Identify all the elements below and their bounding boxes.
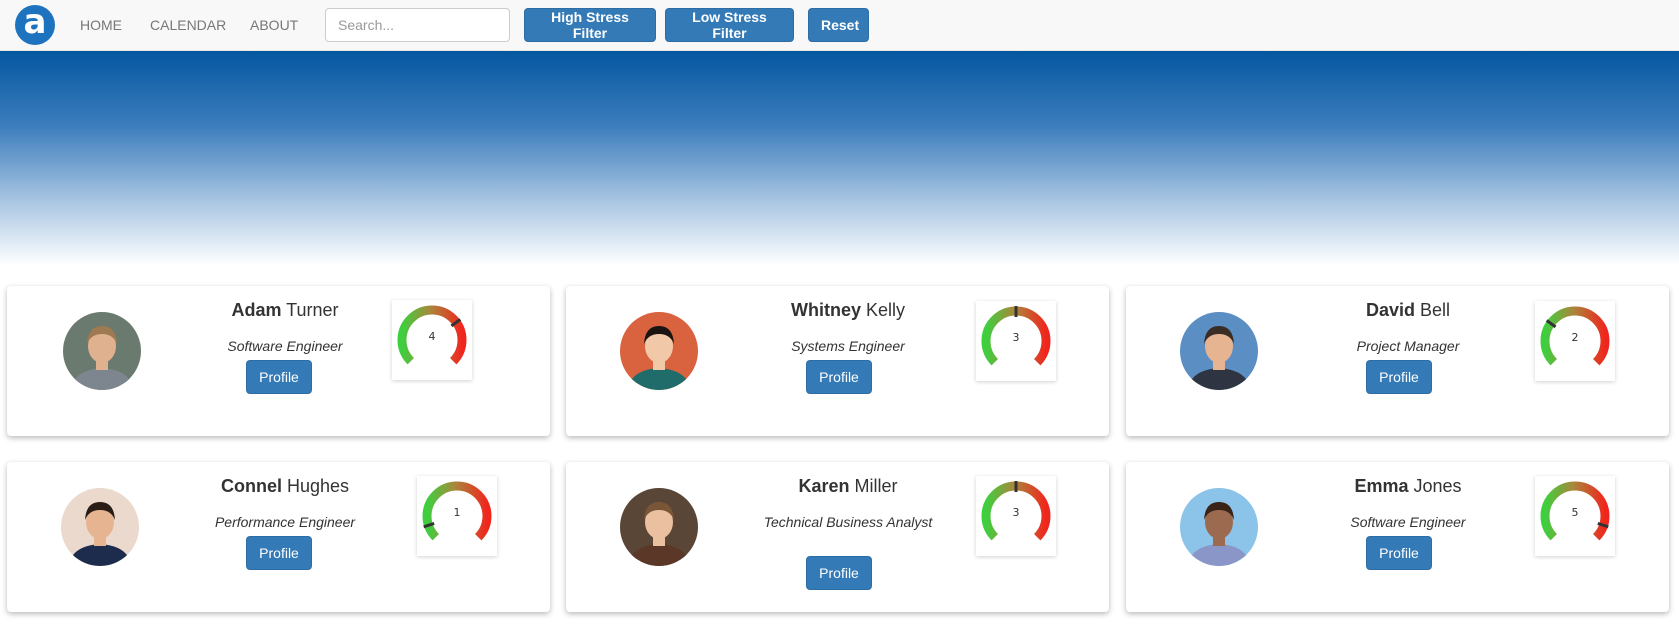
logo-letter: a xyxy=(23,2,47,42)
nav-link-home[interactable]: HOME xyxy=(80,17,122,33)
employee-role: Project Manager xyxy=(1356,338,1460,354)
profile-button[interactable]: Profile xyxy=(806,360,872,394)
low-stress-filter-button[interactable]: Low Stress Filter xyxy=(665,8,794,42)
employee-name: Karen Miller xyxy=(738,476,958,497)
profile-button[interactable]: Profile xyxy=(1366,360,1432,394)
employee-role: Performance Engineer xyxy=(214,514,356,530)
employee-card: Emma Jones Software Engineer Profile 5 xyxy=(1126,462,1669,612)
first-name: Karen xyxy=(798,476,850,496)
employee-card: Connel Hughes Performance Engineer Profi… xyxy=(7,462,550,612)
stress-gauge-graphic: 5 xyxy=(1540,481,1610,541)
employee-role: Systems Engineer xyxy=(791,338,905,354)
employee-role: Software Engineer xyxy=(1350,514,1466,530)
profile-button[interactable]: Profile xyxy=(246,536,312,570)
stress-value: 3 xyxy=(1013,331,1020,344)
stress-value: 2 xyxy=(1572,331,1579,344)
last-name: Bell xyxy=(1420,300,1451,320)
stress-value: 4 xyxy=(429,330,436,343)
employee-name: David Bell xyxy=(1298,300,1518,321)
stress-gauge: 5 xyxy=(1535,476,1615,556)
employee-role: Software Engineer xyxy=(227,338,343,354)
employee-name: Whitney Kelly xyxy=(738,300,958,321)
employee-role: Technical Business Analyst xyxy=(763,514,933,530)
profile-button[interactable]: Profile xyxy=(1366,536,1432,570)
employee-card: David Bell Project Manager Profile 2 xyxy=(1126,286,1669,436)
stress-gauge: 1 xyxy=(417,476,497,556)
last-name: Turner xyxy=(286,300,339,320)
first-name: Emma xyxy=(1354,476,1409,496)
first-name: David xyxy=(1365,300,1415,320)
avatar xyxy=(63,312,141,390)
high-stress-filter-button[interactable]: High Stress Filter xyxy=(524,8,656,42)
app-logo[interactable]: a xyxy=(15,2,55,45)
nav-link-about[interactable]: ABOUT xyxy=(250,17,298,33)
top-navbar: a HOME CALENDAR ABOUT High Stress Filter… xyxy=(0,0,1679,51)
stress-gauge: 2 xyxy=(1535,301,1615,381)
stress-value: 1 xyxy=(454,506,461,519)
first-name: Whitney xyxy=(790,300,861,320)
stress-gauge: 4 xyxy=(392,300,472,380)
employee-name: Adam Turner xyxy=(175,300,395,321)
last-name: Jones xyxy=(1413,476,1462,496)
employee-card: Karen Miller Technical Business Analyst … xyxy=(566,462,1109,612)
hero-banner xyxy=(0,51,1679,266)
last-name: Hughes xyxy=(286,476,350,496)
employee-name: Connel Hughes xyxy=(175,476,395,497)
search-input[interactable] xyxy=(325,8,510,42)
stress-gauge: 3 xyxy=(976,476,1056,556)
last-name: Miller xyxy=(854,476,898,496)
reset-button[interactable]: Reset xyxy=(808,8,869,42)
stress-value: 3 xyxy=(1013,506,1020,519)
avatar xyxy=(1180,488,1258,566)
employee-name: Emma Jones xyxy=(1298,476,1518,497)
avatar xyxy=(1180,312,1258,390)
last-name: Kelly xyxy=(866,300,906,320)
stress-gauge-graphic: 3 xyxy=(981,481,1051,541)
avatar xyxy=(620,312,698,390)
nav-link-calendar[interactable]: CALENDAR xyxy=(150,17,226,33)
employee-card: Adam Turner Software Engineer Profile 4 xyxy=(7,286,550,436)
stress-value: 5 xyxy=(1572,506,1579,519)
avatar xyxy=(620,488,698,566)
stress-gauge: 3 xyxy=(976,301,1056,381)
stress-gauge-graphic: 1 xyxy=(422,481,492,541)
avatar xyxy=(61,488,139,566)
stress-gauge-graphic: 2 xyxy=(1540,306,1610,366)
profile-button[interactable]: Profile xyxy=(806,556,872,590)
first-name: Adam xyxy=(231,300,282,320)
stress-gauge-graphic: 4 xyxy=(397,305,467,365)
stress-gauge-graphic: 3 xyxy=(981,306,1051,366)
employee-card: Whitney Kelly Systems Engineer Profile 3 xyxy=(566,286,1109,436)
first-name: Connel xyxy=(220,476,282,496)
profile-button[interactable]: Profile xyxy=(246,360,312,394)
